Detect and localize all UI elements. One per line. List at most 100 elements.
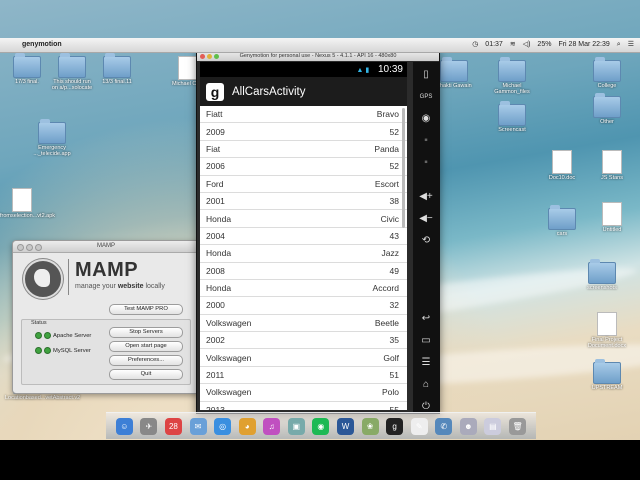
rotate-icon[interactable]: ⟲ <box>418 234 434 248</box>
desktop-icon[interactable]: Screencast <box>490 101 534 133</box>
desktop-icon[interactable]: JS Stans <box>590 150 634 181</box>
dock-finder2-icon[interactable]: ☻ <box>459 417 477 435</box>
list-item[interactable]: 2006 52 <box>200 158 407 176</box>
desktop-icon[interactable]: fromselection...vt2.apk <box>0 188 55 219</box>
desktop-icon[interactable]: UPSTREAM <box>585 359 629 391</box>
test-mamp-pro-button[interactable]: Test MAMP PRO <box>109 304 183 315</box>
list-item[interactable]: Volkswagen Golf <box>200 349 407 367</box>
list-item[interactable]: 2008 49 <box>200 263 407 280</box>
list-item[interactable]: 2001 38 <box>200 193 407 211</box>
list-item[interactable]: 2002 35 <box>200 332 407 350</box>
zoom-button[interactable] <box>214 53 219 59</box>
spotlight-icon[interactable]: ⌕ <box>617 38 621 52</box>
list-item[interactable]: Volkswagen Beetle <box>200 315 407 333</box>
desktop-icon[interactable]: Other <box>585 93 629 125</box>
notification-icon[interactable]: ☰ <box>628 38 634 52</box>
quit-button[interactable]: Quit <box>109 369 183 380</box>
list-item[interactable]: Volkswagen Polo <box>200 384 407 402</box>
mamp-logo-area: MAMP manage your website locally <box>19 255 193 299</box>
active-app-name[interactable]: genymotion <box>22 38 62 52</box>
desktop-icon[interactable]: Final Project Document.docx <box>585 312 629 349</box>
desktop-icon[interactable]: 17/3 final. <box>5 53 49 85</box>
desktop-icon[interactable]: screenshots <box>580 259 624 291</box>
list-item[interactable]: Ford Escort <box>200 176 407 193</box>
dock-messages-icon[interactable]: ✆ <box>435 417 453 435</box>
dock-itunes-icon[interactable]: ♫ <box>263 417 281 435</box>
battery-percent[interactable]: 25% <box>537 38 551 52</box>
folder-icon <box>13 53 41 78</box>
desktop-icon[interactable]: Doc10.doc <box>540 150 584 181</box>
list-item[interactable]: Fiat Panda <box>200 141 407 159</box>
desktop-icon[interactable]: 13/3 final.11 <box>95 53 139 85</box>
mamp-window[interactable]: MAMP MAMP manage your website locally Te… <box>12 240 200 394</box>
list-item[interactable]: 2013 55 <box>200 402 407 410</box>
dock-preview-icon[interactable]: ▣ <box>287 417 305 435</box>
wifi-icon[interactable]: ≋ <box>510 38 516 52</box>
minimize-button[interactable] <box>26 244 33 251</box>
dock-photo-icon[interactable]: ❀ <box>361 417 379 435</box>
desktop-icon[interactable]: College <box>585 57 629 89</box>
menu-icon[interactable]: ☰ <box>418 356 434 370</box>
battery-icon[interactable]: ▯ <box>418 68 434 82</box>
dock-trash-icon[interactable]: 🗑 <box>509 417 527 435</box>
close-button[interactable] <box>17 244 24 251</box>
zoom-button[interactable] <box>35 244 42 251</box>
desktop-icon[interactable]: Untitled <box>590 202 634 233</box>
window-controls[interactable] <box>17 244 42 251</box>
dock-mail-icon[interactable]: ✉ <box>189 417 207 435</box>
close-button[interactable] <box>200 53 205 59</box>
status-label: Status <box>31 320 47 326</box>
dock-genymotion-icon[interactable]: g <box>386 417 404 435</box>
list-item[interactable]: 2000 32 <box>200 297 407 315</box>
list-item[interactable]: 2011 51 <box>200 367 407 385</box>
car-make: Honda <box>206 213 232 224</box>
desktop-icon[interactable]: Michael Gammon_files <box>490 57 534 95</box>
cars-list[interactable]: Fiatt Bravo 2009 52 Fiat Panda 2006 52 Ford Escor… <box>200 106 407 410</box>
car-value: 43 <box>389 230 399 241</box>
dock-finder-icon[interactable]: ☺ <box>115 417 133 435</box>
mamp-titlebar[interactable]: MAMP <box>13 241 199 253</box>
clock-status-icon[interactable]: ◷ <box>472 38 478 52</box>
desktop-icon-label: Untitled <box>602 227 622 233</box>
dock-preview2-icon[interactable]: ▤ <box>484 417 502 435</box>
desktop-icon[interactable]: This should run on a/p...xolocate <box>50 53 94 91</box>
dock-textedit-icon[interactable]: ✎ <box>410 417 428 435</box>
desktop-icon[interactable]: cars <box>540 205 584 237</box>
dock-launchpad-icon[interactable]: ✈ <box>140 417 158 435</box>
stop-servers-button[interactable]: Stop Servers <box>109 327 183 338</box>
dock-spotify-icon[interactable]: ◉ <box>312 417 330 435</box>
dock-chrome-icon[interactable]: ◕ <box>238 417 256 435</box>
android-screen[interactable]: ▲ ▮ 10:39 g AllCarsActivity Fiatt Bravo 20… <box>200 62 407 410</box>
camera-icon[interactable]: ◉ <box>418 112 434 126</box>
desktop-icon-label: Final Project Document.docx <box>587 337 627 349</box>
list-item[interactable]: Honda Jazz <box>200 245 407 263</box>
volume-up-icon[interactable]: ◀+ <box>418 190 434 204</box>
list-item[interactable]: Honda Accord <box>200 280 407 298</box>
list-item[interactable]: Fiatt Bravo <box>200 106 407 124</box>
recent-apps-icon[interactable]: ▭ <box>418 334 434 348</box>
genymotion-window[interactable]: Genymotion for personal use - Nexus 5 - … <box>196 50 440 414</box>
dock-calendar-icon[interactable]: 28 <box>164 417 182 435</box>
folder-icon <box>593 57 621 82</box>
minimize-button[interactable] <box>207 53 212 59</box>
list-item[interactable]: 2009 52 <box>200 123 407 141</box>
desktop-icon-label: UPSTREAM <box>591 385 623 391</box>
volume-down-icon[interactable]: ◀− <box>418 212 434 226</box>
back-icon[interactable]: ↩ <box>418 312 434 326</box>
list-item[interactable]: 2004 43 <box>200 228 407 246</box>
desktop-icon[interactable]: Emergency ..._telecide.app <box>30 119 74 157</box>
dock-word-icon[interactable]: W <box>336 417 354 435</box>
home-icon[interactable]: ⌂ <box>418 378 434 392</box>
list-item[interactable]: Honda Civic <box>200 210 407 228</box>
preferences-button[interactable]: Preferences... <box>109 355 183 366</box>
open-start-page-button[interactable]: Open start page <box>109 341 183 352</box>
list-scrollbar[interactable] <box>402 108 405 228</box>
car-year: 2001 <box>206 196 225 207</box>
gps-icon[interactable]: GPS <box>418 90 434 104</box>
mac-menu-bar: genymotion ◷ 01:37 ≋ ◁) 25% Fri 28 Mar 2… <box>0 38 640 53</box>
dock-safari-icon[interactable]: ◎ <box>214 417 232 435</box>
volume-icon[interactable]: ◁) <box>523 38 531 52</box>
app-launcher-icon[interactable]: g <box>206 82 224 101</box>
datetime[interactable]: Fri 28 Mar 22:39 <box>558 38 609 52</box>
window-controls[interactable] <box>200 53 219 59</box>
